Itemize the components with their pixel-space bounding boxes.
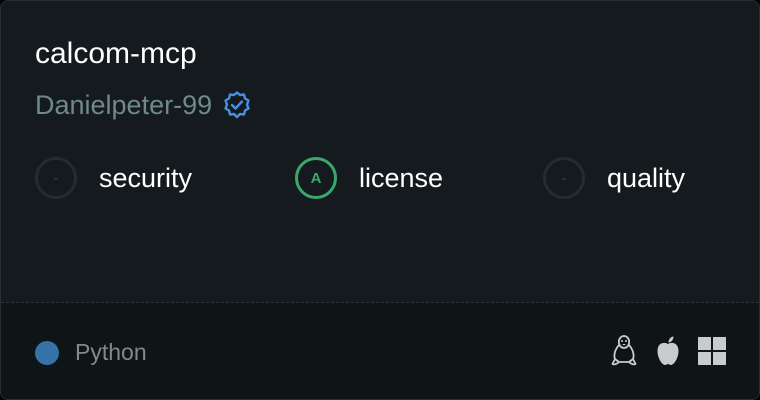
license-grade-badge: A (295, 157, 337, 199)
author-name[interactable]: Danielpeter-99 (35, 87, 212, 123)
server-card[interactable]: calcom-mcp Danielpeter-99 - security A l… (0, 0, 760, 400)
security-label: security (99, 162, 193, 193)
score-license[interactable]: A license (295, 155, 443, 201)
platform-icons (609, 334, 727, 368)
windows-icon (697, 334, 727, 368)
verified-badge-icon (222, 90, 252, 120)
card-footer: Python (1, 303, 759, 399)
score-quality[interactable]: - quality (543, 155, 685, 201)
security-grade-badge: - (35, 157, 77, 199)
license-label: license (359, 162, 444, 193)
language-color-dot (35, 341, 59, 365)
linux-icon (609, 334, 639, 368)
quality-grade-badge: - (543, 157, 585, 199)
language-label: Python (75, 339, 147, 365)
quality-label: quality (607, 162, 686, 193)
score-security[interactable]: - security (35, 155, 192, 201)
author-row: Danielpeter-99 (35, 87, 252, 123)
apple-icon (653, 334, 683, 368)
repo-title[interactable]: calcom-mcp (35, 35, 197, 73)
